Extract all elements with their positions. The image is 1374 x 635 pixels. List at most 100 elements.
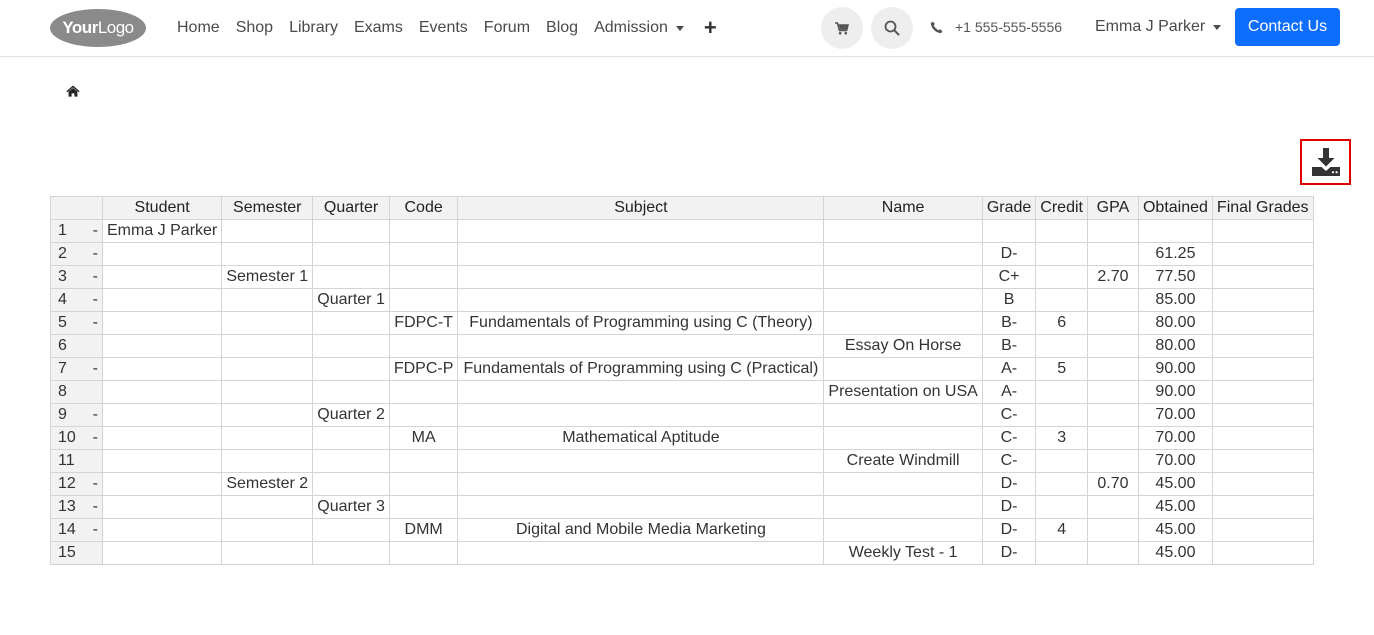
cell-final	[1211, 357, 1314, 381]
cell-code	[388, 242, 459, 266]
row-number-cell: 15	[50, 541, 103, 565]
cell-obtained: 77.50	[1137, 265, 1213, 289]
cell-student	[101, 472, 223, 496]
cell-gpa	[1086, 288, 1139, 312]
main-menu: Home Shop Library Exams Events Forum Blo…	[169, 0, 723, 56]
row-collapse-toggle[interactable]: -	[90, 268, 98, 286]
row-collapse-toggle[interactable]: -	[90, 498, 98, 516]
cell-subject: Fundamentals of Programming using C (The…	[457, 311, 825, 335]
cell-quarter	[312, 265, 390, 289]
cell-student: Emma J Parker	[101, 219, 223, 243]
cell-subject	[457, 334, 825, 358]
plus-icon[interactable]: +	[698, 17, 723, 39]
nav-library[interactable]: Library	[281, 19, 346, 37]
nav-admission-dropdown[interactable]: Admission	[586, 19, 692, 37]
nav-home[interactable]: Home	[169, 19, 228, 37]
cell-code	[388, 219, 459, 243]
cell-credit	[1035, 495, 1088, 519]
cell-final	[1211, 403, 1314, 427]
cell-name: Essay On Horse	[823, 334, 983, 358]
col-header-code: Code	[388, 196, 459, 220]
cell-name	[823, 403, 983, 427]
cell-name	[823, 518, 983, 542]
nav-events[interactable]: Events	[411, 19, 476, 37]
contact-us-button[interactable]: Contact Us	[1235, 8, 1340, 46]
cell-semester	[221, 403, 314, 427]
row-collapse-toggle[interactable]: -	[90, 521, 98, 539]
cell-name: Create Windmill	[823, 449, 983, 473]
cell-obtained: 85.00	[1137, 288, 1213, 312]
cell-quarter	[312, 426, 390, 450]
cell-credit	[1035, 219, 1088, 243]
cell-grade: D-	[981, 242, 1037, 266]
row-number: 10	[58, 429, 76, 446]
row-number-cell: 8	[50, 380, 103, 404]
row-number: 7	[58, 360, 67, 377]
cell-code	[388, 472, 459, 496]
row-number-cell: 4-	[50, 288, 103, 312]
row-collapse-toggle[interactable]: -	[90, 475, 98, 493]
cell-student	[101, 311, 223, 335]
row-collapse-toggle[interactable]: -	[90, 291, 98, 309]
table-row: 7- FDPC-P Fundamentals of Programming usin…	[50, 357, 1314, 381]
breadcrumb-home[interactable]	[66, 84, 80, 102]
cell-grade: D-	[981, 518, 1037, 542]
header-row: Student Semester Quarter Code Subject Na…	[50, 196, 1314, 220]
cell-semester	[221, 518, 314, 542]
cell-student	[101, 449, 223, 473]
table-row: 11 Create Windmill C- 70.00	[50, 449, 1314, 473]
user-dropdown[interactable]: Emma J Parker	[1095, 0, 1222, 54]
cell-credit	[1035, 449, 1088, 473]
cell-student	[101, 242, 223, 266]
cell-gpa	[1086, 380, 1139, 404]
cell-quarter	[312, 357, 390, 381]
table-row: 2- D- 61.25	[50, 242, 1314, 266]
cell-final	[1211, 495, 1314, 519]
cell-student	[101, 357, 223, 381]
col-header-student: Student	[101, 196, 223, 220]
row-collapse-toggle[interactable]: -	[90, 360, 98, 378]
row-collapse-toggle[interactable]: -	[90, 406, 98, 424]
cell-grade: C-	[981, 403, 1037, 427]
cell-final	[1211, 380, 1314, 404]
cell-grade: B	[981, 288, 1037, 312]
search-button[interactable]	[871, 7, 913, 49]
cell-final	[1211, 334, 1314, 358]
grades-table-body: 1- Emma J Parker 2- D- 61.25 3- Semester 1 C+ 2.…	[50, 219, 1314, 565]
col-header-semester: Semester	[221, 196, 314, 220]
cell-semester: Semester 2	[221, 472, 314, 496]
cell-credit	[1035, 472, 1088, 496]
row-number-cell: 13-	[50, 495, 103, 519]
cell-gpa	[1086, 242, 1139, 266]
col-header-rownum	[50, 196, 103, 220]
cell-subject	[457, 541, 825, 565]
row-collapse-toggle[interactable]: -	[90, 222, 98, 240]
site-logo[interactable]: Your Logo	[50, 9, 146, 47]
cell-semester	[221, 357, 314, 381]
row-collapse-toggle[interactable]: -	[90, 314, 98, 332]
cell-subject	[457, 403, 825, 427]
cell-credit: 3	[1035, 426, 1088, 450]
cell-quarter	[312, 219, 390, 243]
cell-code	[388, 449, 459, 473]
cell-gpa	[1086, 518, 1139, 542]
nav-blog[interactable]: Blog	[538, 19, 586, 37]
download-report-button[interactable]	[1300, 139, 1351, 185]
nav-exams[interactable]: Exams	[346, 19, 411, 37]
cell-credit	[1035, 403, 1088, 427]
cart-button[interactable]	[821, 7, 863, 49]
cell-credit	[1035, 242, 1088, 266]
row-collapse-toggle[interactable]: -	[90, 429, 98, 447]
cell-obtained: 45.00	[1137, 541, 1213, 565]
cell-code	[388, 334, 459, 358]
chevron-down-icon	[1213, 24, 1222, 30]
row-number: 14	[58, 521, 76, 538]
cell-semester	[221, 495, 314, 519]
row-number: 15	[58, 544, 76, 561]
nav-shop[interactable]: Shop	[228, 19, 281, 37]
nav-forum[interactable]: Forum	[476, 19, 538, 37]
cell-code	[388, 265, 459, 289]
row-collapse-toggle[interactable]: -	[90, 245, 98, 263]
cell-gpa	[1086, 426, 1139, 450]
cell-subject	[457, 265, 825, 289]
